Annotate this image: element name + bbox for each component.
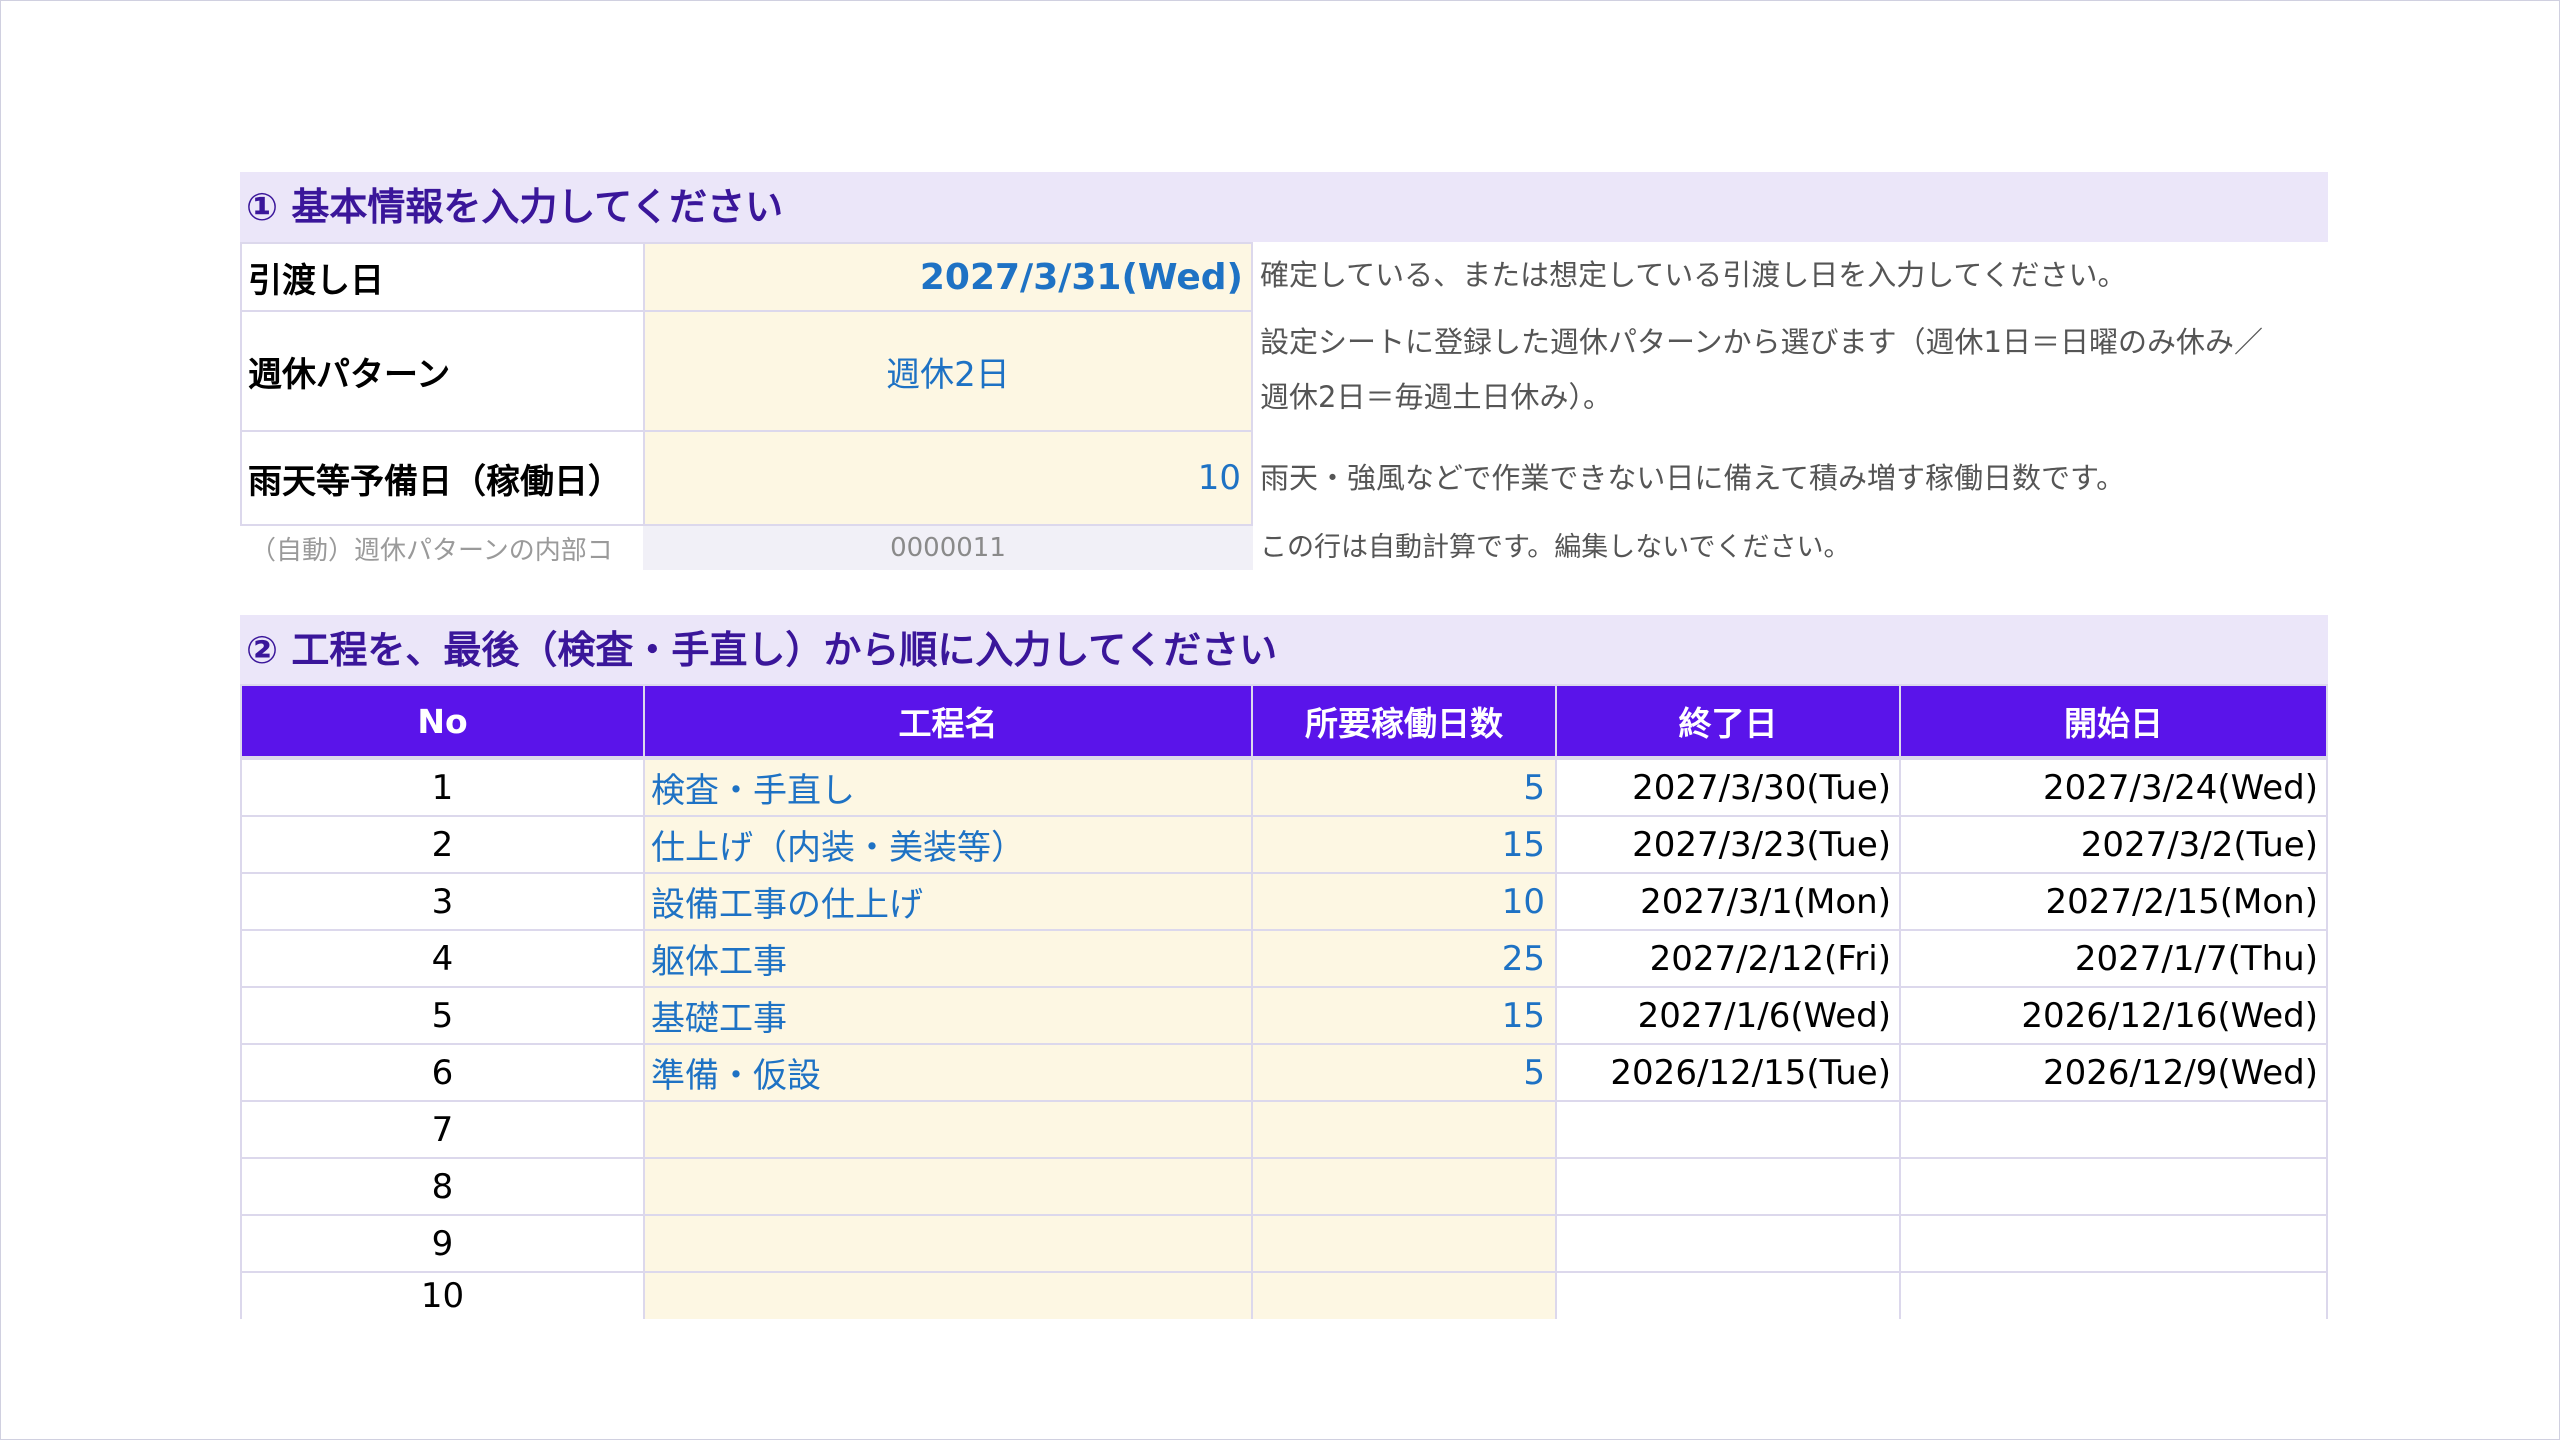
row-2-no: 2: [240, 815, 645, 874]
row-7-work-days[interactable]: [1251, 1100, 1557, 1159]
row-5-no: 5: [240, 986, 645, 1045]
handover-date-input[interactable]: 2027/3/31(Wed): [643, 242, 1253, 312]
row-5-work-days[interactable]: 15: [1251, 986, 1557, 1045]
row-2-process-name[interactable]: 仕上げ（内装・美装等）: [643, 815, 1253, 874]
row-3-no: 3: [240, 872, 645, 931]
row-8-process-name[interactable]: [643, 1157, 1253, 1216]
row-2-end-date: 2027/3/23(Tue): [1555, 815, 1901, 874]
row-7-no: 7: [240, 1100, 645, 1159]
row-9-end-date: [1555, 1214, 1901, 1273]
row-6-no: 6: [240, 1043, 645, 1102]
weekly-holiday-description-line2: 週休2日＝毎週土日休み）。: [1260, 380, 1612, 414]
row-8-end-date: [1555, 1157, 1901, 1216]
column-header-no: No: [240, 684, 645, 758]
row-1-process-name[interactable]: 検査・手直し: [643, 758, 1253, 817]
row-6-start-date: 2026/12/9(Wed): [1899, 1043, 2328, 1102]
row-1-start-date: 2027/3/24(Wed): [1899, 758, 2328, 817]
row-2-start-date: 2027/3/2(Tue): [1899, 815, 2328, 874]
row-10-end-date: [1555, 1271, 1901, 1319]
row-6-end-date: 2026/12/15(Tue): [1555, 1043, 1901, 1102]
weekly-holiday-label: 週休パターン: [240, 310, 645, 432]
row-4-work-days[interactable]: 25: [1251, 929, 1557, 988]
row-6-process-name[interactable]: 準備・仮設: [643, 1043, 1253, 1102]
row-3-start-date: 2027/2/15(Mon): [1899, 872, 2328, 931]
column-header-start-date: 開始日: [1899, 684, 2328, 758]
row-3-end-date: 2027/3/1(Mon): [1555, 872, 1901, 931]
row-7-end-date: [1555, 1100, 1901, 1159]
row-2-work-days[interactable]: 15: [1251, 815, 1557, 874]
rain-reserve-description: 雨天・強風などで作業できない日に備えて積み増す稼働日数です。: [1260, 461, 2126, 495]
auto-code-description: この行は自動計算です。編集しないでください。: [1260, 532, 1851, 563]
row-9-no: 9: [240, 1214, 645, 1273]
auto-code-value: 0000011: [643, 526, 1253, 570]
row-9-process-name[interactable]: [643, 1214, 1253, 1273]
section1-title: ① 基本情報を入力してください: [240, 172, 2328, 242]
section2-title: ② 工程を、最後（検査・手直し）から順に入力してください: [240, 615, 2328, 685]
row-6-work-days[interactable]: 5: [1251, 1043, 1557, 1102]
row-4-no: 4: [240, 929, 645, 988]
row-1-end-date: 2027/3/30(Tue): [1555, 758, 1901, 817]
auto-code-label: （自動）週休パターンの内部コ: [250, 535, 613, 566]
row-3-process-name[interactable]: 設備工事の仕上げ: [643, 872, 1253, 931]
weekly-holiday-select[interactable]: 週休2日: [643, 310, 1253, 432]
row-9-start-date: [1899, 1214, 2328, 1273]
rain-reserve-input[interactable]: 10: [643, 430, 1253, 526]
weekly-holiday-description-line1: 設定シートに登録した週休パターンから選びます（週休1日＝日曜のみ休み／: [1260, 325, 2264, 359]
row-5-start-date: 2026/12/16(Wed): [1899, 986, 2328, 1045]
row-8-start-date: [1899, 1157, 2328, 1216]
row-9-work-days[interactable]: [1251, 1214, 1557, 1273]
row-4-end-date: 2027/2/12(Fri): [1555, 929, 1901, 988]
row-10-process-name[interactable]: [643, 1271, 1253, 1319]
row-7-start-date: [1899, 1100, 2328, 1159]
handover-date-label: 引渡し日: [240, 242, 645, 312]
row-8-work-days[interactable]: [1251, 1157, 1557, 1216]
row-10-work-days[interactable]: [1251, 1271, 1557, 1319]
row-1-no: 1: [240, 758, 645, 817]
row-1-work-days[interactable]: 5: [1251, 758, 1557, 817]
row-8-no: 8: [240, 1157, 645, 1216]
column-header-process-name: 工程名: [643, 684, 1253, 758]
rain-reserve-label: 雨天等予備日（稼働日）: [240, 430, 645, 526]
column-header-end-date: 終了日: [1555, 684, 1901, 758]
row-5-end-date: 2027/1/6(Wed): [1555, 986, 1901, 1045]
row-10-start-date: [1899, 1271, 2328, 1319]
row-7-process-name[interactable]: [643, 1100, 1253, 1159]
row-10-no: 10: [240, 1271, 645, 1319]
column-header-work-days: 所要稼働日数: [1251, 684, 1557, 758]
handover-date-description: 確定している、または想定している引渡し日を入力してください。: [1260, 258, 2127, 292]
row-4-process-name[interactable]: 躯体工事: [643, 929, 1253, 988]
row-4-start-date: 2027/1/7(Thu): [1899, 929, 2328, 988]
row-3-work-days[interactable]: 10: [1251, 872, 1557, 931]
row-5-process-name[interactable]: 基礎工事: [643, 986, 1253, 1045]
